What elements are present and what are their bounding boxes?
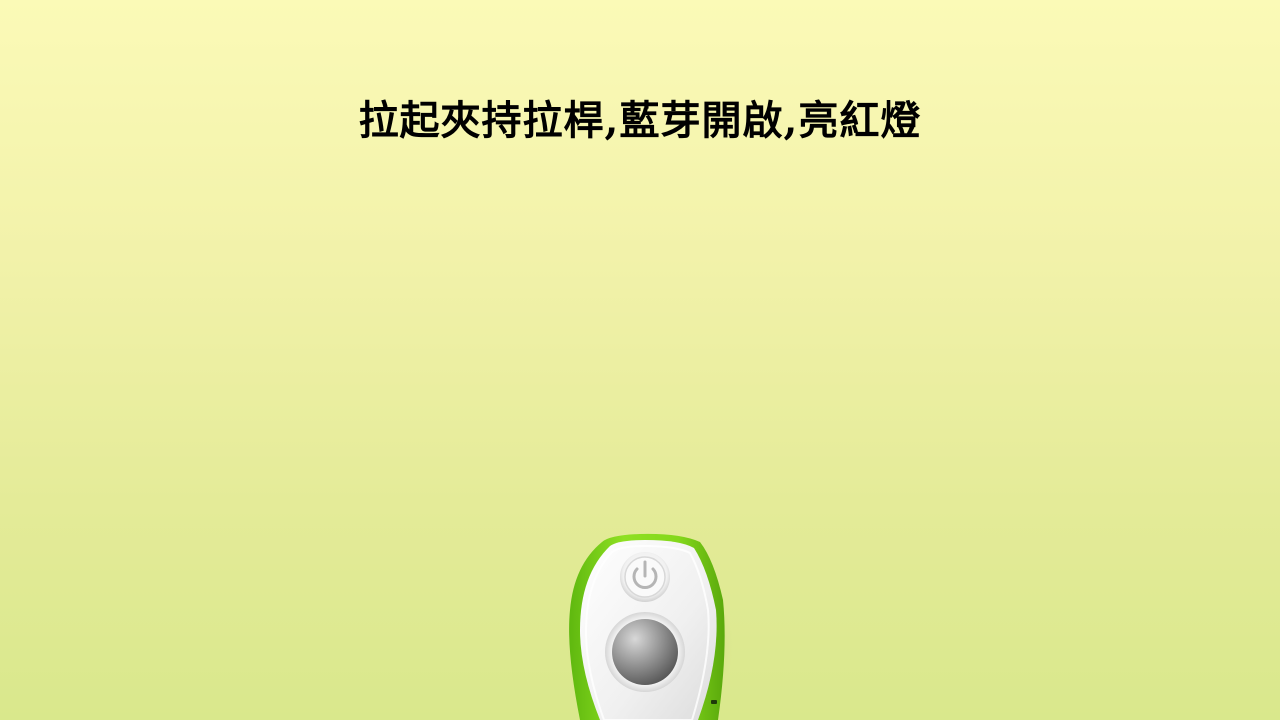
- page-title: 拉起夾持拉桿,藍芽開啟,亮紅燈: [358, 97, 922, 144]
- device-indicator-mark: [711, 700, 717, 704]
- device-illustration: [569, 533, 725, 720]
- bluetooth-device: [540, 520, 740, 720]
- power-button[interactable]: [620, 552, 670, 602]
- center-button[interactable]: [605, 612, 685, 692]
